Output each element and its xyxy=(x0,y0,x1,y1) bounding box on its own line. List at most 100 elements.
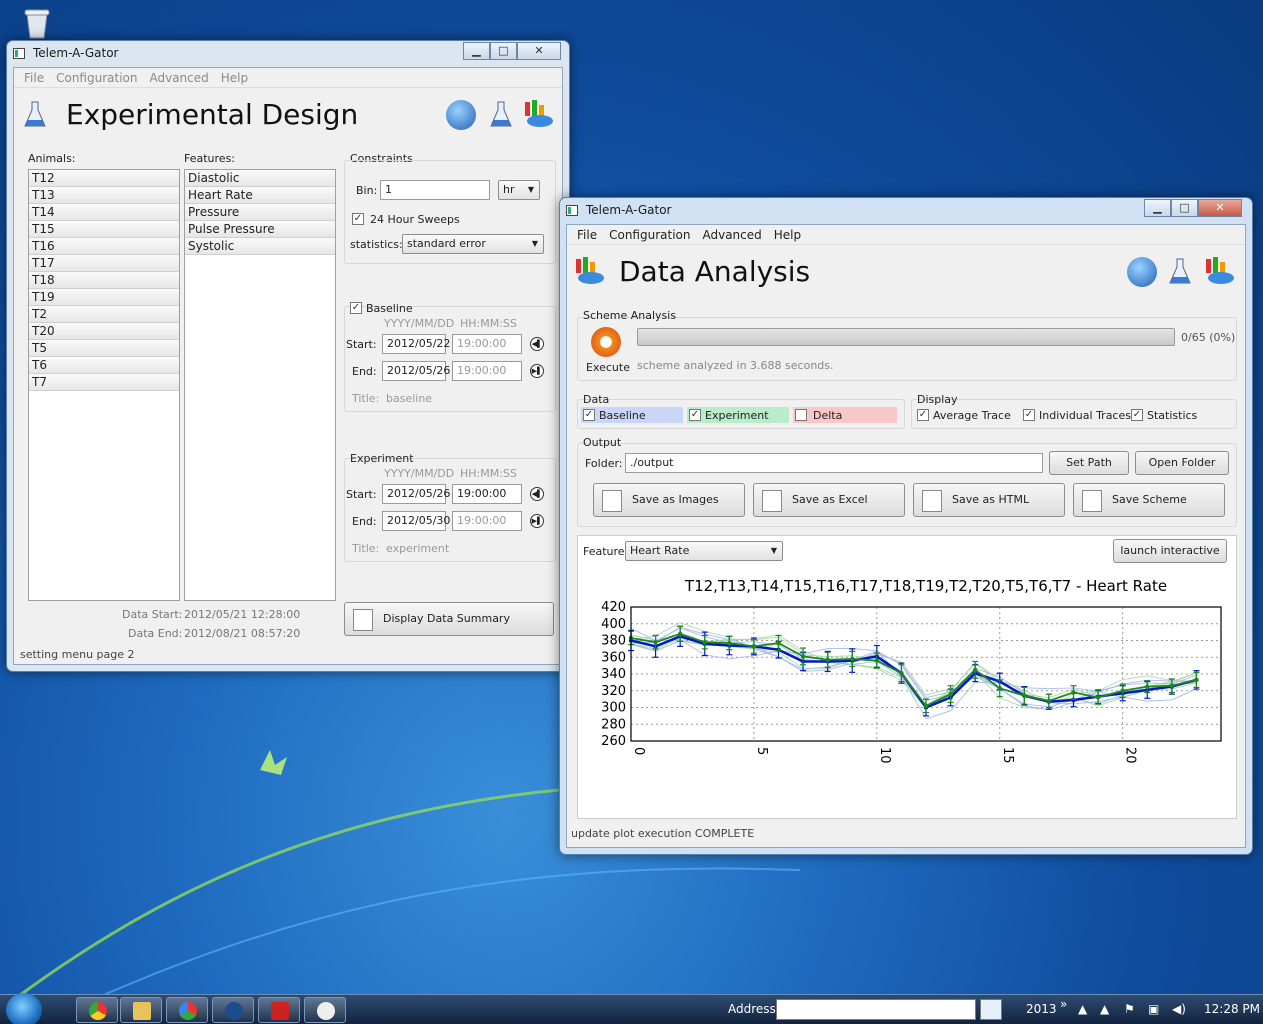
baseline-checkbox[interactable]: ✓ xyxy=(350,302,362,314)
baseline-checkbox[interactable]: ✓ xyxy=(583,409,595,421)
forward-icon[interactable]: ▶▌ xyxy=(530,364,544,378)
chrome-taskbar-button[interactable] xyxy=(76,997,118,1023)
animal-list-item[interactable]: T12 xyxy=(29,170,179,187)
menu-configuration[interactable]: Configuration xyxy=(50,68,143,87)
animal-list-item[interactable]: T17 xyxy=(29,255,179,272)
feature-list-item[interactable]: Pressure xyxy=(185,204,335,221)
experiment-start-date[interactable]: 2012/05/26 xyxy=(382,484,450,504)
features-list[interactable]: Diastolic Heart Rate Pressure Pulse Pressur… xyxy=(184,169,336,601)
average-trace-checkbox[interactable]: ✓ xyxy=(917,409,929,421)
left-titlebar[interactable]: Telem-A-Gator ▁ □ ✕ xyxy=(7,41,569,67)
delta-checkbox[interactable] xyxy=(795,409,807,421)
app-taskbar-button[interactable] xyxy=(166,997,208,1023)
winamp-taskbar-button[interactable] xyxy=(212,997,254,1023)
experiment-start-time[interactable]: 19:00:00 xyxy=(452,484,522,504)
refresh-icon[interactable] xyxy=(591,327,621,357)
go-icon[interactable] xyxy=(980,999,1002,1020)
folder-input[interactable]: ./output xyxy=(625,453,1043,473)
statistics-checkbox[interactable]: ✓ xyxy=(1131,409,1143,421)
address-input[interactable] xyxy=(776,999,976,1020)
x-tick-label: 15 xyxy=(1000,747,1015,764)
drive-icon[interactable]: ▲ xyxy=(1100,1002,1109,1016)
close-button[interactable]: ✕ xyxy=(1198,199,1242,217)
feature-list-item[interactable]: Diastolic xyxy=(185,170,335,187)
minimize-button[interactable]: ▁ xyxy=(463,42,490,60)
maximize-button[interactable]: □ xyxy=(1171,199,1198,217)
baseline-end-time[interactable]: 19:00:00 xyxy=(452,361,522,381)
bin-input[interactable]: 1 xyxy=(380,180,490,200)
menu-file[interactable]: File xyxy=(571,225,603,244)
animal-list-item[interactable]: T5 xyxy=(29,340,179,357)
start-button[interactable] xyxy=(6,993,42,1024)
open-folder-button[interactable]: Open Folder xyxy=(1135,451,1229,475)
flask-icon[interactable] xyxy=(490,100,512,130)
experiment-title[interactable]: experiment xyxy=(386,542,449,555)
acrobat-taskbar-button[interactable] xyxy=(258,997,300,1023)
statistics-select[interactable]: standard error xyxy=(402,234,544,254)
menu-file[interactable]: File xyxy=(18,68,50,87)
animal-list-item[interactable]: T7 xyxy=(29,374,179,391)
rewind-icon[interactable]: ◀▌ xyxy=(530,337,544,351)
animal-list-item[interactable]: T16 xyxy=(29,238,179,255)
animal-list-item[interactable]: T20 xyxy=(29,323,179,340)
flag-icon[interactable]: ⚑ xyxy=(1124,1002,1135,1016)
animal-list-item[interactable]: T14 xyxy=(29,204,179,221)
close-button[interactable]: ✕ xyxy=(517,42,561,60)
menu-configuration[interactable]: Configuration xyxy=(603,225,696,244)
menu-advanced[interactable]: Advanced xyxy=(143,68,214,87)
menu-help[interactable]: Help xyxy=(768,225,807,244)
sweeps-checkbox[interactable]: ✓ xyxy=(352,213,364,225)
animal-list-item[interactable]: T6 xyxy=(29,357,179,374)
chart-pie-icon[interactable] xyxy=(1203,255,1235,287)
delta-toggle[interactable] xyxy=(793,407,897,423)
animal-list-item[interactable]: T18 xyxy=(29,272,179,289)
maximize-button[interactable]: □ xyxy=(490,42,517,60)
forward-icon[interactable]: ▶▌ xyxy=(530,514,544,528)
show-hidden-icons[interactable]: ▲ xyxy=(1078,1002,1087,1016)
right-titlebar[interactable]: Telem-A-Gator ▁ □ ✕ xyxy=(560,198,1252,224)
save-scheme-button[interactable]: Save Scheme xyxy=(1073,483,1225,517)
animal-list-item[interactable]: T2 xyxy=(29,306,179,323)
chart-pie-icon[interactable] xyxy=(522,98,554,130)
rewind-icon[interactable]: ◀▌ xyxy=(530,487,544,501)
bin-unit-select[interactable]: hr xyxy=(498,180,540,200)
baseline-start-date[interactable]: 2012/05/22 xyxy=(382,334,450,354)
display-data-summary-button[interactable]: Display Data Summary xyxy=(344,602,554,636)
feature-list-item[interactable]: Systolic xyxy=(185,238,335,255)
explorer-taskbar-button[interactable] xyxy=(120,997,162,1023)
launch-interactive-button[interactable]: launch interactive xyxy=(1113,539,1227,563)
recycle-bin-icon[interactable] xyxy=(20,6,54,40)
data-start-value: 2012/05/21 12:28:00 xyxy=(184,608,301,621)
chevron-icon[interactable]: » xyxy=(1060,997,1067,1011)
individual-traces-checkbox[interactable]: ✓ xyxy=(1023,409,1035,421)
menu-advanced[interactable]: Advanced xyxy=(696,225,767,244)
feature-list-item[interactable]: Heart Rate xyxy=(185,187,335,204)
baseline-start-time[interactable]: 19:00:00 xyxy=(452,334,522,354)
execute-label[interactable]: Execute xyxy=(586,361,630,374)
network-icon[interactable]: ▣ xyxy=(1148,1002,1159,1016)
animals-list[interactable]: T12 T13 T14 T15 T16 T17 T18 T19 T2 T20 T5 T6 T7 xyxy=(28,169,180,601)
bug-taskbar-button[interactable] xyxy=(304,997,346,1023)
menu-help[interactable]: Help xyxy=(215,68,254,87)
feature-select[interactable]: Heart Rate xyxy=(625,541,783,561)
flask-icon[interactable] xyxy=(1169,257,1191,287)
animal-list-item[interactable]: T13 xyxy=(29,187,179,204)
wrench-globe-icon[interactable] xyxy=(446,100,476,130)
save-images-button[interactable]: Save as Images xyxy=(593,483,745,517)
save-excel-button[interactable]: Save as Excel xyxy=(753,483,905,517)
feature-list-item[interactable]: Pulse Pressure xyxy=(185,221,335,238)
experiment-end-date[interactable]: 2012/05/30 xyxy=(382,511,450,531)
experiment-checkbox[interactable]: ✓ xyxy=(689,409,701,421)
volume-icon[interactable]: ◀) xyxy=(1172,1002,1186,1016)
animal-list-item[interactable]: T15 xyxy=(29,221,179,238)
baseline-title[interactable]: baseline xyxy=(386,392,432,405)
wrench-globe-icon[interactable] xyxy=(1127,257,1157,287)
save-html-button[interactable]: Save as HTML xyxy=(913,483,1065,517)
date-format-hint: YYYY/MM/DD xyxy=(384,467,455,480)
animal-list-item[interactable]: T19 xyxy=(29,289,179,306)
clock[interactable]: 12:28 PM xyxy=(1204,1002,1260,1016)
experiment-end-time[interactable]: 19:00:00 xyxy=(452,511,522,531)
minimize-button[interactable]: ▁ xyxy=(1144,199,1171,217)
baseline-end-date[interactable]: 2012/05/26 xyxy=(382,361,450,381)
set-path-button[interactable]: Set Path xyxy=(1049,451,1129,475)
